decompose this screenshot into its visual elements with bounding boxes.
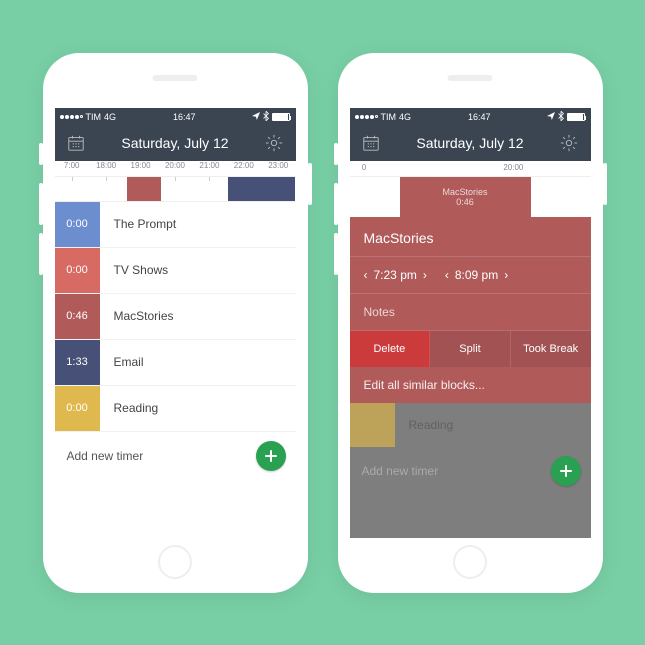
timer-label: Email [100, 355, 144, 369]
phone-right: TIM 4G 16:47 Saturday, July 12 0 20:00 [338, 53, 603, 593]
axis-tick: 22:00 [227, 161, 261, 176]
axis-tick: 0 [362, 163, 366, 172]
timeline-block-macstories[interactable]: MacStories 0:46 [400, 177, 531, 217]
delete-button[interactable]: Delete [350, 331, 431, 367]
time-chip: 0:00 [55, 202, 100, 247]
axis-tick: 23:00 [261, 161, 295, 176]
end-time-picker[interactable]: ‹ 8:09 pm › [445, 268, 508, 282]
nav-bar: Saturday, July 12 [55, 126, 296, 161]
time-chip: 0:00 [55, 248, 100, 293]
add-timer-label: Add new timer [67, 449, 144, 463]
edit-similar-button[interactable]: Edit all similar blocks... [350, 367, 591, 403]
status-bar: TIM 4G 16:47 [55, 108, 296, 126]
add-timer-row[interactable]: Add new timer [350, 447, 591, 495]
axis-tick: 19:00 [123, 161, 157, 176]
timer-row-email[interactable]: 1:33 Email [55, 340, 296, 386]
timeline-block-email[interactable] [228, 177, 295, 201]
time-range-row: ‹ 7:23 pm › ‹ 8:09 pm › [350, 257, 591, 294]
clock-label: 16:47 [468, 112, 491, 122]
block-title: MacStories [442, 187, 487, 197]
timer-row-reading: Reading [350, 403, 591, 447]
timeline-axis-zoomed: 0 20:00 [350, 161, 591, 177]
detail-panel: MacStories ‹ 7:23 pm › ‹ 8:09 pm › Notes… [350, 217, 591, 403]
plus-icon [263, 448, 279, 464]
timeline-block-macstories[interactable] [127, 177, 161, 201]
bluetooth-icon [263, 111, 269, 123]
timer-row-tv-shows[interactable]: 0:00 TV Shows [55, 248, 296, 294]
chevron-right-icon: › [423, 268, 427, 282]
timeline-axis: 7:00 18:00 19:00 20:00 21:00 22:00 23:00 [55, 161, 296, 177]
battery-icon [272, 113, 290, 121]
add-button[interactable] [256, 441, 286, 471]
detail-title: MacStories [350, 217, 591, 257]
network-label: 4G [399, 112, 411, 122]
calendar-icon[interactable] [360, 132, 382, 154]
nav-title: Saturday, July 12 [121, 135, 228, 151]
timeline-track-zoomed[interactable]: MacStories 0:46 [350, 177, 591, 217]
status-bar: TIM 4G 16:47 [350, 108, 591, 126]
axis-tick: 20:00 [158, 161, 192, 176]
timer-label: The Prompt [100, 217, 177, 231]
time-chip [350, 403, 395, 447]
chevron-left-icon: ‹ [445, 268, 449, 282]
add-button[interactable] [551, 456, 581, 486]
block-time: 0:46 [456, 197, 474, 207]
time-chip: 0:46 [55, 294, 100, 339]
clock-label: 16:47 [173, 112, 196, 122]
action-row: Delete Split Took Break [350, 331, 591, 367]
add-timer-row[interactable]: Add new timer [55, 432, 296, 480]
signal-dots-icon [355, 115, 378, 119]
signal-dots-icon [60, 115, 83, 119]
chevron-right-icon: › [504, 268, 508, 282]
gear-icon[interactable] [558, 132, 580, 154]
gear-icon[interactable] [263, 132, 285, 154]
bluetooth-icon [558, 111, 564, 123]
axis-tick: 18:00 [89, 161, 123, 176]
carrier-label: TIM [381, 112, 397, 122]
timer-label: Reading [395, 418, 454, 432]
end-time-value: 8:09 pm [455, 268, 498, 282]
add-timer-label: Add new timer [362, 464, 439, 478]
axis-tick: 20:00 [503, 163, 523, 172]
took-break-button[interactable]: Took Break [511, 331, 591, 367]
phone-left: TIM 4G 16:47 Saturday, July 12 7:00 18:0… [43, 53, 308, 593]
nav-title: Saturday, July 12 [416, 135, 523, 151]
nav-bar: Saturday, July 12 [350, 126, 591, 161]
timer-label: MacStories [100, 309, 174, 323]
axis-tick: 7:00 [55, 161, 89, 176]
timer-label: Reading [100, 401, 159, 415]
time-chip: 1:33 [55, 340, 100, 385]
timer-list: 0:00 The Prompt 0:00 TV Shows 0:46 MacSt… [55, 202, 296, 538]
timer-row-reading[interactable]: 0:00 Reading [55, 386, 296, 432]
notes-field[interactable]: Notes [350, 294, 591, 331]
network-label: 4G [104, 112, 116, 122]
battery-icon [567, 113, 585, 121]
timer-label: TV Shows [100, 263, 169, 277]
location-icon [252, 112, 260, 122]
start-time-picker[interactable]: ‹ 7:23 pm › [364, 268, 427, 282]
start-time-value: 7:23 pm [374, 268, 417, 282]
timeline-track[interactable] [55, 177, 296, 202]
timer-row-macstories[interactable]: 0:46 MacStories [55, 294, 296, 340]
timer-row-the-prompt[interactable]: 0:00 The Prompt [55, 202, 296, 248]
split-button[interactable]: Split [430, 331, 511, 367]
carrier-label: TIM [86, 112, 102, 122]
location-icon [547, 112, 555, 122]
calendar-icon[interactable] [65, 132, 87, 154]
time-chip: 0:00 [55, 386, 100, 431]
axis-tick: 21:00 [192, 161, 226, 176]
chevron-left-icon: ‹ [364, 268, 368, 282]
plus-icon [558, 463, 574, 479]
